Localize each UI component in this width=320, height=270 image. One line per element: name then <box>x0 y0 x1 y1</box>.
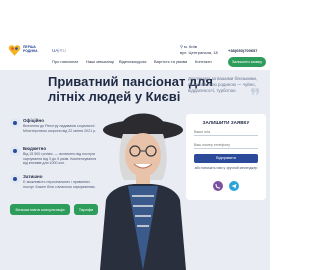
prices-button[interactable]: Тарифи <box>74 204 98 215</box>
request-form: ЗАЛИШИТИ ЗАЯВКУ Відправити або напишіть … <box>186 114 266 200</box>
home-icon <box>10 174 20 184</box>
nav-item-contacts[interactable]: Контакти <box>195 59 212 64</box>
feature-title: Бюджетно <box>23 146 47 151</box>
elderly-woman-photo <box>100 113 186 270</box>
feature-cozy: Затишно Є можливість персональних і прив… <box>10 174 100 200</box>
hero-quote: Доглянемо за вашими близькими, як за вла… <box>188 76 258 93</box>
phone-link[interactable]: +38(050)700657 <box>228 48 257 53</box>
nav-item-video-tour[interactable]: Відеоекскурсія <box>119 59 146 64</box>
feature-budget: Бюджетно Від 15 500 грн/міс. — включено … <box>10 146 100 172</box>
feature-text: Внесення до Реєстру надавачів соціальної… <box>23 124 97 133</box>
free-consultation-button[interactable]: Безкоштовна консультація <box>10 204 70 215</box>
feature-title: Затишно <box>23 174 43 179</box>
language-switcher: UA|RU <box>52 48 66 53</box>
nav-item-prices[interactable]: Вартість та умови <box>154 59 187 64</box>
address-street: вул. Центральна, 18 <box>180 50 218 55</box>
name-input[interactable] <box>194 128 258 136</box>
nav-item-residents[interactable]: Наші мешканці <box>86 59 114 64</box>
feature-title: Офіційно <box>23 118 44 123</box>
quote-mark-icon: ❞ <box>250 84 261 108</box>
brand-name: ПЕРША РОДИНА <box>23 45 45 53</box>
feature-official: Офіційно Внесення до Реєстру надавачів с… <box>10 118 100 144</box>
address: ⚲ м. Київ вул. Центральна, 18 <box>180 44 218 56</box>
feature-text: Від 15 500 грн/міс. — включено від послу… <box>23 152 97 166</box>
form-title: ЗАЛИШИТИ ЗАЯВКУ <box>202 120 250 125</box>
brand-name-line2: РОДИНА <box>23 49 38 53</box>
feature-text: Є можливість персональних і приватних по… <box>23 180 96 189</box>
header: ПЕРША РОДИНА UA|RU ⚲ м. Київ вул. Центра… <box>0 0 270 70</box>
nav-item-about[interactable]: Про пансіонат <box>52 59 78 64</box>
brand-logo[interactable]: ПЕРША РОДИНА <box>8 44 44 64</box>
lang-ru[interactable]: RU <box>59 48 66 53</box>
address-city: м. Київ <box>184 44 197 49</box>
heart-logo-icon <box>8 45 21 56</box>
phone-input[interactable] <box>194 141 258 149</box>
messenger-note: або напишіть нам у зручний месенджер <box>194 166 258 170</box>
telegram-icon[interactable] <box>229 181 239 191</box>
wallet-icon <box>10 146 20 156</box>
viber-icon[interactable] <box>213 181 223 191</box>
document-icon <box>10 118 20 128</box>
leave-request-button[interactable]: Залишити заявку <box>228 57 266 67</box>
submit-button[interactable]: Відправити <box>194 154 258 163</box>
